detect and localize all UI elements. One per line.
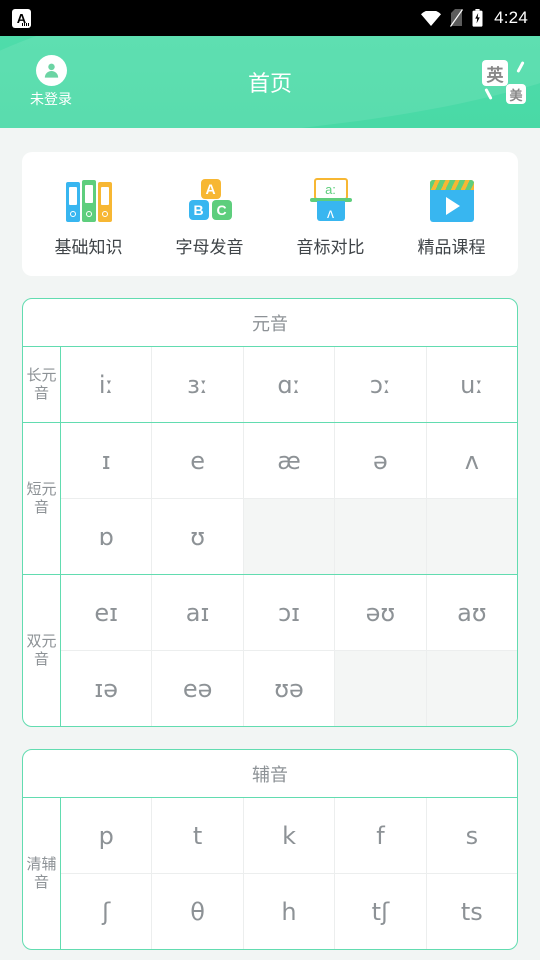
- phonetic-cell-empty: [426, 499, 517, 574]
- lang-tick-top-icon: [516, 60, 525, 74]
- phonetic-cell[interactable]: ɜː: [152, 347, 244, 422]
- phonetic-card: 元音 长元音 iː ɜː ɑː ɔː uː 短元音 ɪ e æ ə ʌ ɒ ʊ 双元音 eɪ aɪ ɔɪ əʊ aʊ ɪə…: [22, 298, 518, 727]
- phonetic-cell[interactable]: ə: [335, 423, 427, 498]
- phonetic-compare-icon: a: ʌ: [309, 172, 352, 222]
- phonetic-cell-empty: [243, 499, 336, 574]
- phonetic-cell[interactable]: h: [244, 874, 336, 949]
- phonetic-group-label: 清辅音: [23, 798, 61, 949]
- phonetic-card-title: 辅音: [23, 750, 517, 798]
- phonetic-row: ɪeæəʌ: [61, 423, 517, 499]
- phonetic-cell[interactable]: tʃ: [335, 874, 427, 949]
- status-bar: A 4:24: [0, 0, 540, 36]
- phonetic-cell[interactable]: ʃ: [61, 874, 153, 949]
- phonetic-cell[interactable]: ɪ: [61, 423, 153, 498]
- wifi-icon: [421, 10, 442, 26]
- phonetic-cell[interactable]: p: [61, 798, 153, 873]
- phonetic-cell[interactable]: ɒ: [61, 499, 153, 574]
- battery-charging-icon: [472, 9, 483, 27]
- phonetic-cell[interactable]: aɪ: [152, 575, 244, 650]
- phonetic-cell[interactable]: ɔɪ: [244, 575, 336, 650]
- phonetic-group: 长元音 iː ɜː ɑː ɔː uː: [23, 347, 517, 423]
- phonetic-card: 辅音 清辅音 p t k f s ʃ θ h tʃ ts: [22, 749, 518, 950]
- page-content: 基础知识 A B C 字母发音 a: ʌ 音标对比 精品课程 元音 长元音 iː…: [0, 152, 540, 950]
- phonetic-cell[interactable]: uː: [427, 347, 517, 422]
- block-c-label: C: [211, 200, 232, 220]
- phonetic-cell[interactable]: ɔː: [335, 347, 427, 422]
- phonetic-cell[interactable]: ʌ: [427, 423, 517, 498]
- phonetic-cell[interactable]: s: [427, 798, 517, 873]
- quick-link-label: 基础知识: [54, 238, 123, 257]
- letter-a-notification-icon: A: [12, 8, 31, 28]
- lang-american-label: 美: [506, 84, 526, 104]
- phonetic-cell[interactable]: eɪ: [61, 575, 153, 650]
- quick-link-label: 字母发音: [175, 238, 244, 257]
- phonetic-cell[interactable]: æ: [244, 423, 336, 498]
- quick-link-courses[interactable]: 精品课程: [391, 172, 512, 258]
- phonetic-cell[interactable]: ɪə: [61, 651, 153, 726]
- lang-british-label: 英: [482, 60, 508, 86]
- phonetic-group-label: 短元音: [23, 423, 61, 574]
- phonetic-group: 短元音 ɪ e æ ə ʌ ɒ ʊ: [23, 423, 517, 575]
- video-clapperboard-icon: [429, 172, 474, 222]
- phonetic-cell[interactable]: ɑː: [244, 347, 336, 422]
- phonetic-cell-empty: [335, 499, 427, 574]
- phonetic-row: ɪə eə ʊə: [61, 651, 517, 726]
- phonetic-row: ɒʊ: [61, 499, 517, 574]
- phonetic-row: ptkfs: [61, 798, 517, 874]
- phonetic-cell[interactable]: ʊ: [152, 499, 244, 574]
- quick-link-compare[interactable]: a: ʌ 音标对比: [270, 172, 391, 258]
- phonetic-cell[interactable]: iː: [61, 347, 153, 422]
- phonetic-cell[interactable]: əʊ: [335, 575, 427, 650]
- language-toggle-button[interactable]: 英 美: [480, 60, 526, 104]
- phonetic-row: eɪ aɪ ɔɪ əʊ aʊ: [61, 575, 517, 651]
- profile-label: 未登录: [30, 91, 72, 107]
- phonetic-cell[interactable]: t: [152, 798, 244, 873]
- compare-top-symbol: a:: [313, 178, 348, 200]
- abc-blocks-icon: A B C: [188, 172, 232, 222]
- phonetic-cell[interactable]: eə: [152, 651, 244, 726]
- lang-tick-bottom-icon: [484, 87, 493, 101]
- phonetic-tables: 元音 长元音 iː ɜː ɑː ɔː uː 短元音 ɪ e æ ə ʌ ɒ ʊ 双元音 eɪ aɪ ɔɪ əʊ aʊ ɪə…: [22, 298, 518, 950]
- avatar: [35, 55, 67, 86]
- phonetic-row: ʃ θ h tʃ ts: [61, 874, 517, 949]
- quick-link-alphabet[interactable]: A B C 字母发音: [149, 172, 270, 258]
- phonetic-cell[interactable]: f: [335, 798, 427, 873]
- phonetic-group-label: 双元音: [23, 575, 61, 726]
- phonetic-group: 双元音 eɪ aɪ ɔɪ əʊ aʊ ɪə eə ʊə: [23, 575, 517, 726]
- phonetic-group: 清辅音 p t k f s ʃ θ h tʃ ts: [23, 798, 517, 949]
- phonetic-cell[interactable]: k: [244, 798, 336, 873]
- quick-link-label: 精品课程: [417, 238, 486, 257]
- phonetic-cell[interactable]: aʊ: [427, 575, 517, 650]
- phonetic-cell[interactable]: θ: [152, 874, 244, 949]
- phonetic-cell[interactable]: e: [152, 423, 244, 498]
- block-b-label: B: [188, 200, 209, 220]
- binders-icon: [65, 172, 112, 222]
- block-a-label: A: [200, 179, 221, 199]
- profile-button[interactable]: 未登录: [14, 55, 88, 109]
- quick-link-basics[interactable]: 基础知识: [28, 172, 149, 258]
- person-avatar-icon: [44, 63, 58, 78]
- phonetic-row: iː ɜː ɑː ɔː uː: [61, 347, 517, 422]
- status-bar-system-icons: 4:24: [421, 8, 528, 28]
- phonetic-cell-empty: [426, 651, 517, 726]
- phonetic-group-label: 长元音: [23, 347, 61, 422]
- quick-link-label: 音标对比: [296, 238, 365, 257]
- quick-links-card: 基础知识 A B C 字母发音 a: ʌ 音标对比 精品课程: [22, 152, 518, 276]
- status-bar-clock: 4:24: [494, 8, 528, 27]
- app-header: 未登录 首页 英 美: [0, 36, 540, 128]
- phonetic-cell-empty: [335, 651, 427, 726]
- status-bar-notifications: A: [12, 8, 31, 28]
- sim-off-icon: [450, 9, 464, 27]
- compare-bottom-symbol: ʌ: [316, 201, 345, 221]
- phonetic-card-title: 元音: [23, 299, 517, 347]
- phonetic-cell[interactable]: ʊə: [244, 651, 336, 726]
- phonetic-cell[interactable]: ts: [427, 874, 517, 949]
